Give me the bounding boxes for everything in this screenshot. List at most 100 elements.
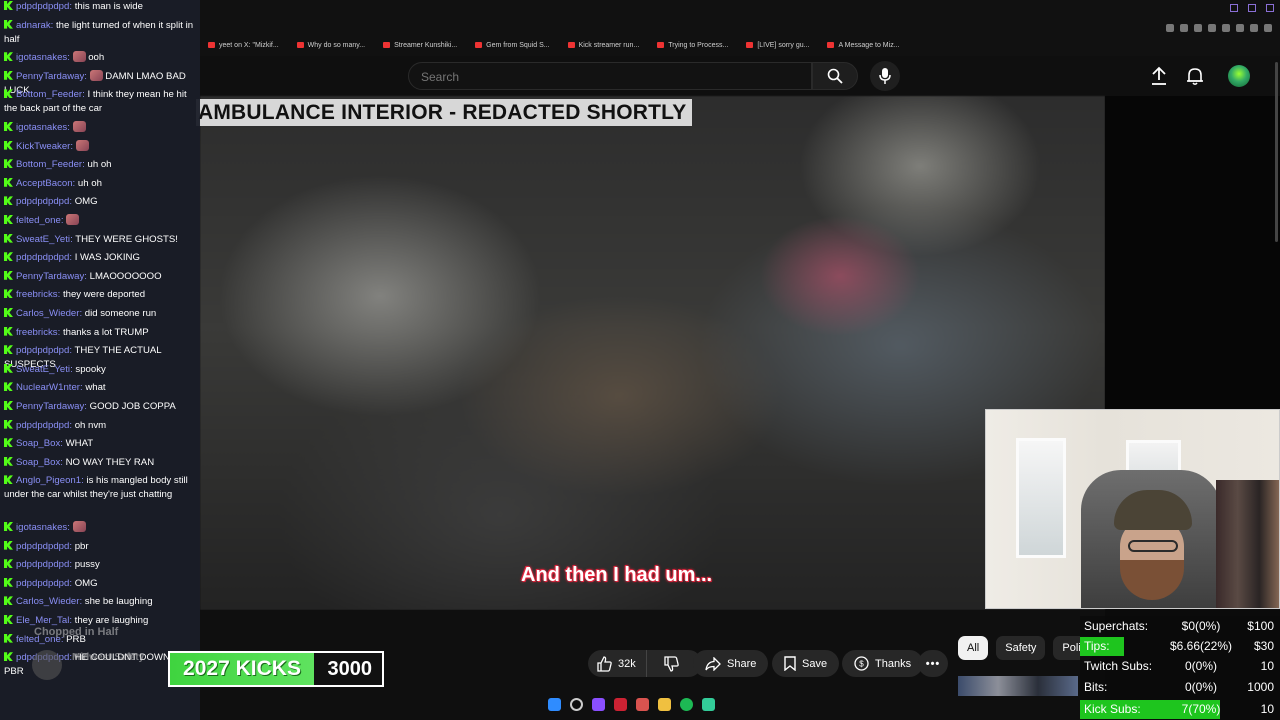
close-icon[interactable]: [1266, 4, 1274, 12]
share-button[interactable]: Share: [693, 650, 769, 677]
chat-username[interactable]: pdpdpdpdpd: [16, 252, 69, 263]
chat-message: freebricks: thanks a lot TRUMP: [4, 326, 196, 340]
chat-username[interactable]: KickTweaker: [16, 141, 70, 152]
chat-username[interactable]: igotasnakes: [16, 52, 67, 63]
chat-username[interactable]: adnarak: [16, 20, 51, 31]
chat-username[interactable]: pdpdpdpdpd: [16, 345, 69, 356]
extension-icon[interactable]: [1264, 24, 1272, 32]
chat-username[interactable]: Soap_Box: [16, 438, 60, 449]
search-input[interactable]: [421, 69, 801, 85]
chat-username[interactable]: pdpdpdpdpd: [16, 578, 69, 589]
chat-username[interactable]: AcceptBacon: [16, 178, 73, 189]
search-icon[interactable]: [570, 698, 583, 711]
save-button[interactable]: Save: [772, 650, 840, 677]
page-scrollbar[interactable]: [1275, 62, 1278, 242]
chat-username[interactable]: PennyTardaway: [16, 401, 84, 412]
chat-username[interactable]: freebricks: [16, 289, 58, 300]
dislike-button[interactable]: [653, 650, 689, 677]
chat-username[interactable]: Ele_Mer_Tal: [16, 615, 69, 626]
video-player[interactable]: [200, 96, 1105, 610]
chat-text: LMAOOOOOOO: [89, 270, 162, 282]
chat-message: KickTweaker:: [4, 139, 196, 154]
notifications-button[interactable]: [1184, 65, 1206, 87]
chrome-icon[interactable]: [636, 698, 649, 711]
upload-button[interactable]: [1148, 65, 1170, 87]
chat-username[interactable]: NuclearW1nter: [16, 382, 80, 393]
chat-username[interactable]: SweatE_Yeti: [16, 234, 70, 245]
chip-all[interactable]: All: [958, 636, 989, 660]
search-button[interactable]: [812, 62, 858, 90]
chat-text: spooky: [75, 363, 106, 375]
extension-icon[interactable]: [1222, 24, 1230, 32]
extension-icon[interactable]: [1180, 24, 1188, 32]
site-header: [200, 56, 1280, 96]
extension-icons[interactable]: [1166, 24, 1272, 32]
chat-username[interactable]: Carlos_Wieder: [16, 308, 79, 319]
spotify-icon[interactable]: [680, 698, 693, 711]
chat-username[interactable]: pdpdpdpdpd: [16, 420, 69, 431]
window-controls[interactable]: [1230, 4, 1274, 12]
extension-icon[interactable]: [1236, 24, 1244, 32]
search-box[interactable]: [408, 62, 812, 90]
chat-username[interactable]: felted_one: [16, 215, 61, 226]
chat-username[interactable]: igotasnakes: [16, 522, 67, 533]
chat-message: Anglo_Pigeon1: is his mangled body still…: [4, 474, 196, 502]
chat-username[interactable]: pdpdpdpdpd: [16, 541, 69, 552]
bookmark-item[interactable]: [LIVE] sorry gu...: [746, 38, 809, 52]
chat-message: igotasnakes:: [4, 521, 196, 535]
xbox-icon[interactable]: [702, 698, 715, 711]
extension-icon[interactable]: [1194, 24, 1202, 32]
room-window: [1016, 438, 1066, 558]
bookmark-item[interactable]: yeet on X: "Mizkif...: [208, 38, 279, 52]
bookmark-item[interactable]: Why do so many...: [296, 38, 365, 52]
folder-icon[interactable]: [658, 698, 671, 711]
bookmark-item[interactable]: A Message to Miz...: [827, 38, 900, 52]
chat-username[interactable]: freebricks: [16, 327, 58, 338]
like-button[interactable]: 32k: [588, 650, 647, 677]
bookmark-item[interactable]: Trying to Process...: [657, 38, 728, 52]
chat-username[interactable]: PennyTardaway: [16, 71, 84, 82]
maximize-icon[interactable]: [1248, 4, 1256, 12]
chat-username[interactable]: Bottom_Feeder: [16, 159, 82, 170]
extension-icon[interactable]: [1208, 24, 1216, 32]
chat-username[interactable]: Carlos_Wieder: [16, 596, 79, 607]
chat-message: igotasnakes:: [4, 121, 196, 135]
chat-username[interactable]: pdpdpdpdpd: [16, 1, 69, 12]
minimize-icon[interactable]: [1230, 4, 1238, 12]
chat-username[interactable]: igotasnakes: [16, 122, 67, 133]
app-icon[interactable]: [614, 698, 627, 711]
chat-text: thanks a lot TRUMP: [62, 326, 149, 338]
streamer-cap: [1114, 490, 1192, 530]
chat-username[interactable]: SweatE_Yeti: [16, 364, 70, 375]
chat-username[interactable]: pdpdpdpdpd: [16, 196, 69, 207]
avatar[interactable]: [1228, 65, 1250, 87]
bookmark-label: Gem from Squid S...: [486, 41, 550, 49]
search-icon: [827, 68, 843, 84]
kick-badge-icon: [4, 159, 13, 169]
chip-safety[interactable]: Safety: [996, 636, 1046, 660]
voice-search-button[interactable]: [870, 61, 900, 91]
bookmark-item[interactable]: Streamer Kunshiki...: [383, 38, 457, 52]
chat-text: I WAS JOKING: [74, 252, 140, 264]
bookmark-item[interactable]: Gem from Squid S...: [475, 38, 550, 52]
bookmark-favicon-icon: [657, 42, 665, 48]
chat-username[interactable]: PennyTardaway: [16, 271, 84, 282]
thanks-button[interactable]: $ Thanks: [842, 650, 924, 677]
chat-message: pdpdpdpdpd: pussy: [4, 558, 196, 572]
chat-message: Soap_Box: WHAT: [4, 437, 196, 451]
related-video-thumbnail[interactable]: [958, 676, 1078, 696]
extension-icon[interactable]: [1166, 24, 1174, 32]
more-actions-button[interactable]: •••: [918, 650, 948, 677]
extension-icon[interactable]: [1250, 24, 1258, 32]
chat-username[interactable]: pdpdpdpdpd: [16, 559, 69, 570]
bookmark-item[interactable]: Kick streamer run...: [567, 38, 639, 52]
windows-start-icon[interactable]: [548, 698, 561, 711]
chat-username[interactable]: Soap_Box: [16, 457, 60, 468]
discord-icon[interactable]: [592, 698, 605, 711]
chat-username[interactable]: Anglo_Pigeon1: [16, 475, 81, 486]
kick-badge-icon: [4, 1, 13, 10]
like-dislike-group[interactable]: 32k: [588, 650, 702, 677]
chat-username[interactable]: Bottom_Feeder: [16, 89, 82, 100]
chat-message: Soap_Box: NO WAY THEY RAN: [4, 456, 196, 470]
goal-row: Superchats: $0(0%) $100: [1080, 616, 1280, 636]
